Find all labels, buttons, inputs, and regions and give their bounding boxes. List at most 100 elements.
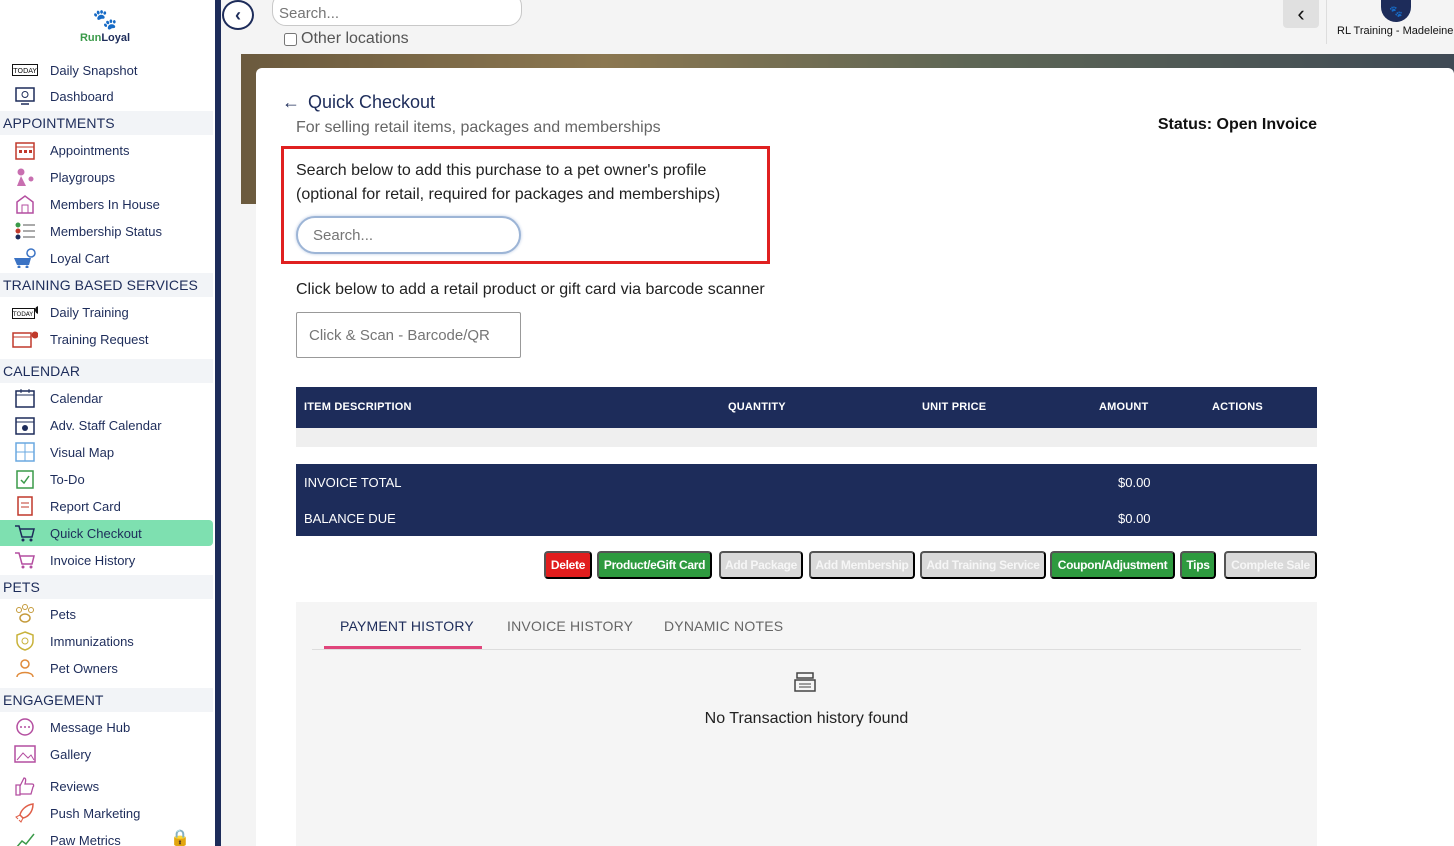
sidebar-item-label: Daily Snapshot bbox=[50, 62, 138, 78]
complete-sale-button[interactable]: Complete Sale bbox=[1224, 551, 1317, 579]
dogs-playing-icon bbox=[12, 166, 38, 188]
sidebar-item-todo[interactable]: To-Do bbox=[0, 466, 213, 492]
svg-text:TODAY: TODAY bbox=[12, 311, 33, 318]
sidebar-item-immunizations[interactable]: Immunizations bbox=[0, 628, 213, 654]
sidebar: 🐾 RunLoyal TODAY Daily Snapshot Dashboard… bbox=[0, 0, 215, 846]
sidebar-item-quick-checkout[interactable]: Quick Checkout bbox=[0, 520, 213, 546]
page-subtitle: For selling retail items, packages and m… bbox=[296, 119, 661, 136]
sidebar-item-loyal-cart[interactable]: Loyal Cart bbox=[0, 245, 213, 271]
report-card-icon bbox=[12, 495, 38, 517]
page-title: Quick Checkout bbox=[308, 92, 436, 112]
sidebar-item-label: Appointments bbox=[50, 142, 130, 158]
sidebar-item-membership-status[interactable]: Membership Status bbox=[0, 218, 213, 244]
dashboard-icon bbox=[12, 85, 38, 107]
invoice-total-label: INVOICE TOTAL bbox=[304, 475, 402, 490]
location-divider bbox=[1326, 0, 1327, 44]
sidebar-item-members-in-house[interactable]: Members In House bbox=[0, 191, 213, 217]
delete-button[interactable]: Delete bbox=[544, 551, 592, 579]
add-package-button[interactable]: Add Package bbox=[719, 551, 803, 579]
sidebar-item-label: Paw Metrics bbox=[50, 832, 121, 846]
sidebar-item-dashboard[interactable]: Dashboard bbox=[0, 83, 213, 109]
sidebar-item-training-request[interactable]: Training Request bbox=[0, 326, 213, 352]
sidebar-item-label: Membership Status bbox=[50, 223, 162, 239]
location-pin-icon[interactable]: 🐾 bbox=[1381, 0, 1411, 22]
global-search-input[interactable] bbox=[272, 0, 522, 26]
person-icon bbox=[12, 657, 38, 679]
pet-owner-search-input[interactable] bbox=[296, 216, 521, 254]
sidebar-divider bbox=[215, 0, 221, 846]
balance-due-label: BALANCE DUE bbox=[304, 511, 396, 526]
sidebar-item-playgroups[interactable]: Playgroups bbox=[0, 164, 213, 190]
owner-search-prompt: Search below to add this purchase to a p… bbox=[296, 162, 721, 203]
items-table-header: ITEM DESCRIPTION QUANTITY UNIT PRICE AMO… bbox=[296, 387, 1317, 428]
sidebar-item-daily-training[interactable]: TODAY Daily Training bbox=[0, 299, 213, 325]
checkout-cart-icon bbox=[12, 522, 38, 544]
paw-icon bbox=[12, 603, 38, 625]
sidebar-item-label: To-Do bbox=[50, 471, 85, 487]
sidebar-item-label: Pets bbox=[50, 606, 77, 622]
tab-payment-history[interactable]: PAYMENT HISTORY bbox=[340, 618, 474, 634]
other-locations-label: Other locations bbox=[301, 30, 409, 47]
sidebar-item-daily-snapshot[interactable]: TODAY Daily Snapshot bbox=[0, 57, 213, 83]
today-icon: TODAY bbox=[12, 59, 38, 81]
sidebar-item-label: Invoice History bbox=[50, 552, 136, 568]
today-whistle-icon: TODAY bbox=[12, 301, 38, 323]
invoice-total-row: INVOICE TOTAL $0.00 bbox=[296, 464, 1317, 500]
brand-name-loyal: Loyal bbox=[101, 32, 131, 44]
sidebar-item-report-card[interactable]: Report Card bbox=[0, 493, 213, 519]
column-actions: ACTIONS bbox=[1212, 401, 1263, 413]
map-grid-icon bbox=[12, 441, 38, 463]
page-title-row: ← Quick Checkout bbox=[282, 92, 435, 113]
sidebar-item-label: Push Marketing bbox=[50, 805, 141, 821]
sidebar-item-gallery[interactable]: Gallery bbox=[0, 741, 213, 767]
sidebar-item-visual-map[interactable]: Visual Map bbox=[0, 439, 213, 465]
tab-invoice-history[interactable]: INVOICE HISTORY bbox=[507, 618, 633, 634]
invoice-history-icon bbox=[12, 549, 38, 571]
sidebar-item-push-marketing[interactable]: Push Marketing bbox=[0, 800, 213, 826]
barcode-prompt: Click below to add a retail product or g… bbox=[296, 281, 765, 298]
sidebar-item-reviews[interactable]: Reviews bbox=[0, 773, 213, 799]
chevron-left-icon: ‹ bbox=[235, 4, 241, 25]
barcode-scan-input[interactable] bbox=[296, 312, 521, 358]
thumbs-up-icon bbox=[12, 775, 38, 797]
app-root: 🐾 RunLoyal TODAY Daily Snapshot Dashboard… bbox=[0, 0, 1454, 846]
invoice-total-value: $0.00 bbox=[1118, 475, 1151, 490]
column-unit-price: UNIT PRICE bbox=[922, 401, 987, 413]
empty-state-message: No Transaction history found bbox=[704, 710, 909, 727]
sidebar-item-label: Reviews bbox=[50, 778, 100, 794]
house-icon bbox=[12, 193, 38, 215]
add-training-service-button[interactable]: Add Training Service bbox=[920, 551, 1046, 579]
shield-icon bbox=[12, 630, 38, 652]
brand-name-run: Run bbox=[79, 32, 102, 44]
rocket-icon bbox=[12, 802, 38, 824]
sidebar-item-invoice-history[interactable]: Invoice History bbox=[0, 547, 213, 573]
balance-due-row: BALANCE DUE $0.00 bbox=[296, 500, 1317, 536]
sidebar-item-message-hub[interactable]: Message Hub bbox=[0, 714, 213, 740]
sidebar-item-adv-staff-calendar[interactable]: Adv. Staff Calendar bbox=[0, 412, 213, 438]
coupon-adjustment-button[interactable]: Coupon/Adjustment bbox=[1050, 551, 1175, 579]
sidebar-section-calendar: CALENDAR bbox=[0, 359, 213, 383]
sidebar-collapse-button[interactable]: ‹ bbox=[222, 0, 254, 30]
add-membership-button[interactable]: Add Membership bbox=[809, 551, 915, 579]
back-button[interactable]: ‹ bbox=[1283, 0, 1319, 28]
sidebar-item-label: Quick Checkout bbox=[50, 525, 142, 541]
sidebar-item-pets[interactable]: Pets bbox=[0, 601, 213, 627]
invoice-status: Status: Open Invoice bbox=[1157, 116, 1317, 133]
sidebar-item-pet-owners[interactable]: Pet Owners bbox=[0, 655, 213, 681]
tab-dynamic-notes[interactable]: DYNAMIC NOTES bbox=[664, 618, 783, 634]
other-locations-toggle[interactable]: Other locations bbox=[284, 30, 409, 48]
sidebar-item-appointments[interactable]: Appointments bbox=[0, 137, 213, 163]
runloyal-logo[interactable]: 🐾 RunLoyal bbox=[70, 8, 140, 44]
tips-button[interactable]: Tips bbox=[1180, 551, 1216, 579]
product-egift-card-button[interactable]: Product/eGift Card bbox=[597, 551, 712, 579]
lock-icon: 🔒 bbox=[170, 830, 190, 846]
other-locations-checkbox[interactable] bbox=[284, 32, 297, 46]
svg-text:TODAY: TODAY bbox=[12, 67, 37, 75]
arrow-left-icon[interactable]: ← bbox=[282, 92, 300, 113]
sidebar-item-label: Gallery bbox=[50, 746, 92, 762]
location-name[interactable]: RL Training - Madeleine bbox=[1337, 25, 1453, 37]
sidebar-section-training: TRAINING BASED SERVICES bbox=[0, 273, 213, 297]
sidebar-item-calendar[interactable]: Calendar bbox=[0, 385, 213, 411]
column-amount: AMOUNT bbox=[1099, 401, 1149, 413]
staff-calendar-icon bbox=[12, 414, 38, 436]
